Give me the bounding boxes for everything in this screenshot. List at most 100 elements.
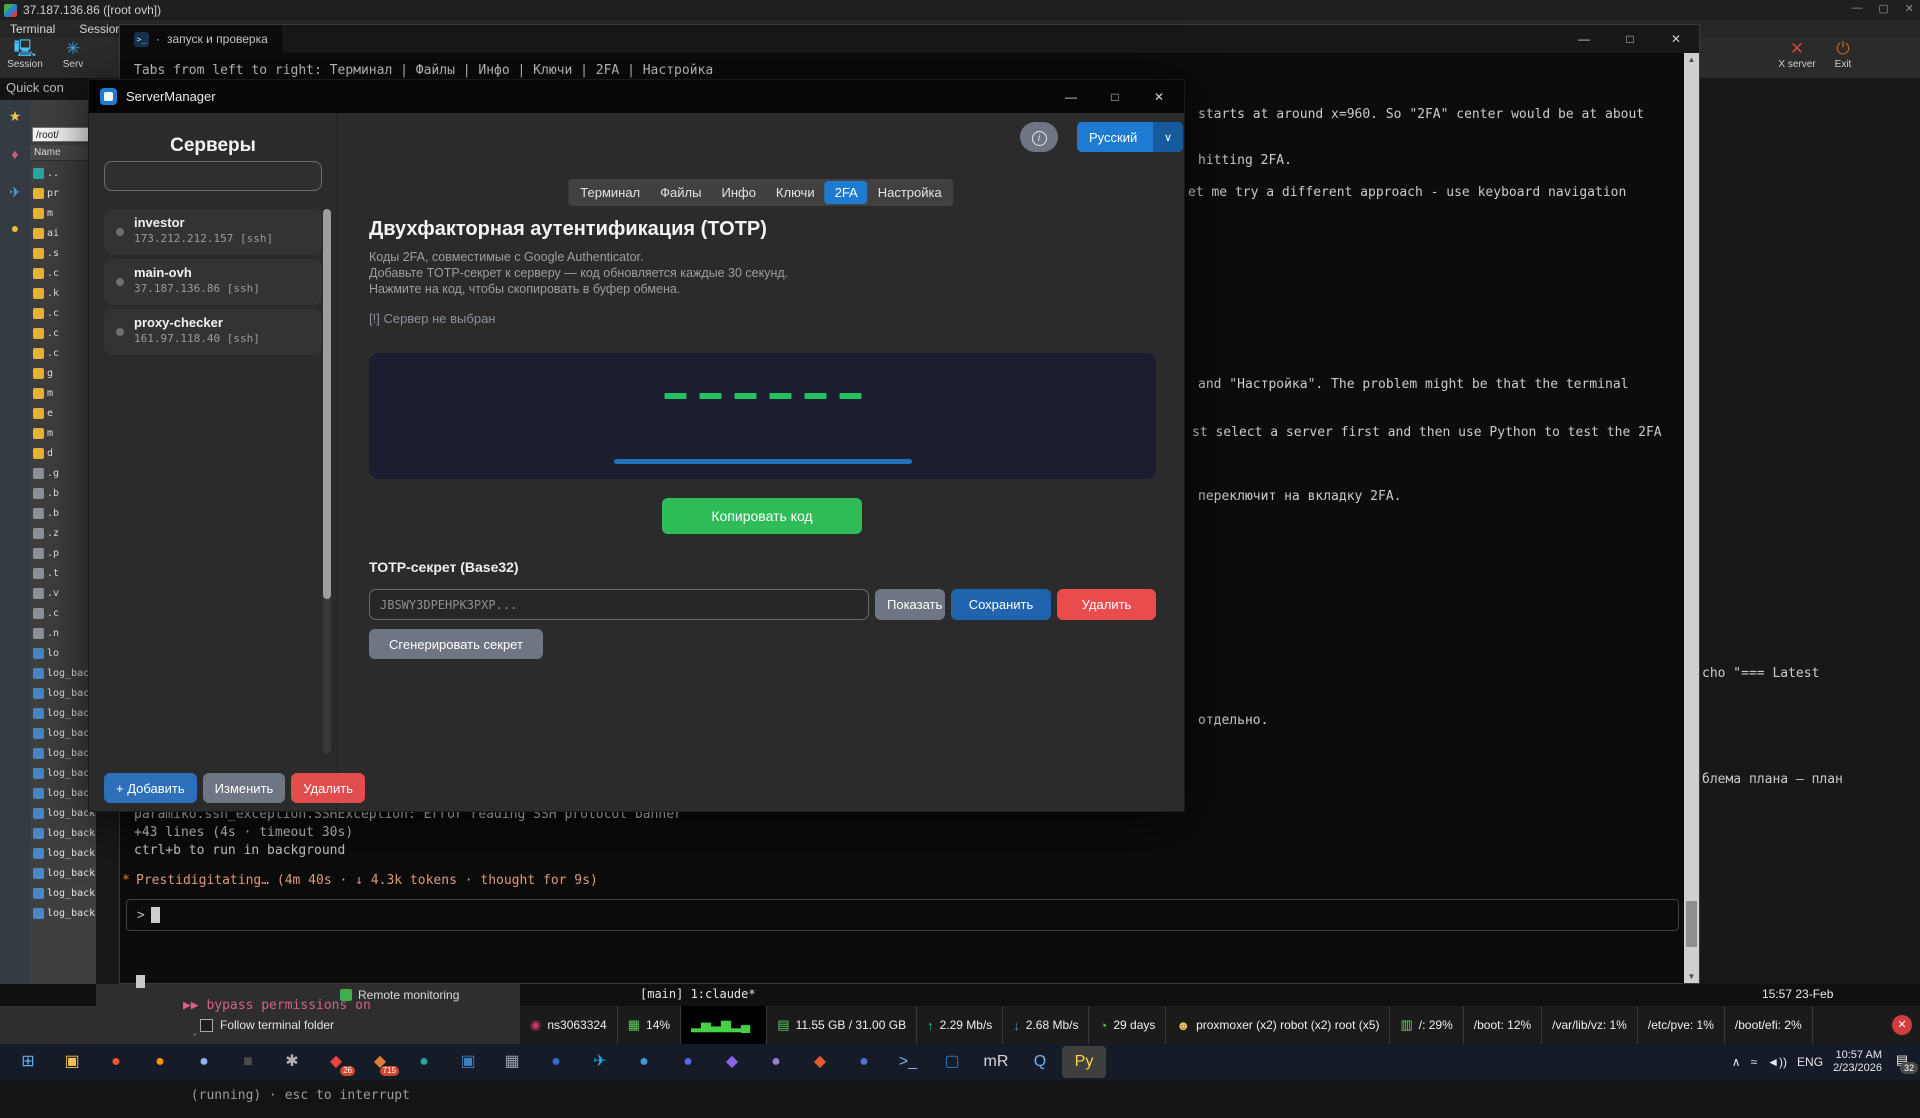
terminal-maximize-button[interactable]: □: [1607, 25, 1653, 53]
taskbar-app-icon[interactable]: ✱: [270, 1046, 314, 1078]
taskbar-app-icon[interactable]: >_: [886, 1046, 930, 1078]
sidebar-icon[interactable]: ✈: [0, 184, 30, 201]
taskbar-app-icon[interactable]: Q: [1018, 1046, 1062, 1078]
exit-button[interactable]: ⏻ Exit: [1818, 39, 1868, 70]
moba-maximize-button[interactable]: ▢: [1878, 2, 1888, 15]
info-button[interactable]: i: [1020, 122, 1058, 152]
statusbar-close-icon[interactable]: ✕: [1892, 1015, 1912, 1035]
taskbar-app-icon[interactable]: ▣: [446, 1046, 490, 1078]
session-button[interactable]: 🖳 Session: [0, 39, 50, 70]
taskbar-app-icon[interactable]: ●: [534, 1046, 578, 1078]
server-list-scrollbar-thumb[interactable]: [323, 209, 331, 599]
add-server-button[interactable]: + Добавить: [104, 773, 197, 803]
file-row[interactable]: .n: [30, 623, 96, 643]
language-select[interactable]: Русский ∨: [1077, 122, 1183, 152]
file-row[interactable]: .p: [30, 543, 96, 563]
file-row[interactable]: e: [30, 403, 96, 423]
file-row[interactable]: m: [30, 383, 96, 403]
totp-code-panel[interactable]: [369, 353, 1156, 479]
file-row[interactable]: .g: [30, 463, 96, 483]
file-row[interactable]: log_back: [30, 903, 96, 923]
file-row[interactable]: m: [30, 203, 96, 223]
taskbar-app-icon[interactable]: ●: [754, 1046, 798, 1078]
file-row[interactable]: .k: [30, 283, 96, 303]
taskbar-app-icon[interactable]: ⊞: [6, 1046, 50, 1078]
file-row[interactable]: d: [30, 443, 96, 463]
scrollbar-thumb[interactable]: [1686, 901, 1697, 947]
file-row[interactable]: pr: [30, 183, 96, 203]
notification-center-icon[interactable]: ▤ 32: [1892, 1052, 1912, 1072]
taskbar-app-icon[interactable]: ●: [666, 1046, 710, 1078]
moba-close-button[interactable]: ✕: [1905, 2, 1914, 15]
taskbar-app-icon[interactable]: ■: [226, 1046, 270, 1078]
delete-server-button[interactable]: Удалить: [291, 773, 365, 803]
moba-minimize-button[interactable]: —: [1851, 2, 1862, 15]
file-row[interactable]: log_backu: [30, 843, 96, 863]
taskbar-app-icon[interactable]: ✈: [578, 1046, 622, 1078]
taskbar-app-icon[interactable]: ●: [94, 1046, 138, 1078]
taskbar-app-icon[interactable]: mR: [974, 1046, 1018, 1078]
taskbar-app-icon[interactable]: ◆: [710, 1046, 754, 1078]
file-row[interactable]: .z: [30, 523, 96, 543]
terminal-titlebar[interactable]: >_ · запуск и проверка — □ ✕: [120, 25, 1699, 53]
sm-maximize-button[interactable]: □: [1100, 80, 1130, 113]
terminal-close-button[interactable]: ✕: [1653, 25, 1699, 53]
file-row[interactable]: .c: [30, 603, 96, 623]
file-row[interactable]: g: [30, 363, 96, 383]
language-indicator[interactable]: ENG: [1797, 1055, 1823, 1069]
sidebar-icon[interactable]: ●: [0, 220, 30, 236]
file-row[interactable]: log_backu: [30, 763, 96, 783]
taskbar-app-icon[interactable]: ◆ 26: [314, 1046, 358, 1078]
totp-secret-input[interactable]: [369, 589, 869, 620]
taskbar-app-icon[interactable]: Py: [1062, 1046, 1106, 1078]
taskbar-app-icon[interactable]: ◆: [798, 1046, 842, 1078]
sidebar-icon[interactable]: ★: [0, 108, 30, 125]
file-row[interactable]: log_backu: [30, 743, 96, 763]
file-row[interactable]: log_backu: [30, 723, 96, 743]
taskbar-app-icon[interactable]: ●: [138, 1046, 182, 1078]
file-row[interactable]: log_backu: [30, 703, 96, 723]
sidebar-icon[interactable]: ♦: [0, 146, 30, 162]
menu-terminal[interactable]: Terminal: [10, 22, 55, 36]
file-row[interactable]: ..: [30, 163, 96, 183]
file-row[interactable]: m: [30, 423, 96, 443]
delete-secret-button[interactable]: Удалить: [1057, 589, 1156, 620]
quick-connect-label[interactable]: Quick con: [6, 80, 64, 95]
file-row[interactable]: .c: [30, 323, 96, 343]
file-row[interactable]: ai: [30, 223, 96, 243]
server-list-item[interactable]: investor 173.212.212.157 [ssh]: [104, 209, 322, 255]
file-path-input[interactable]: /root/: [32, 127, 93, 142]
tab-files[interactable]: Файлы: [650, 181, 711, 204]
file-row[interactable]: .v: [30, 583, 96, 603]
tab-terminal[interactable]: Терминал: [570, 181, 650, 204]
file-row[interactable]: log_backu: [30, 803, 96, 823]
file-row[interactable]: .b: [30, 483, 96, 503]
servermanager-titlebar[interactable]: ServerManager — □ ✕: [89, 80, 1184, 113]
tab-2fa[interactable]: 2FA: [825, 181, 868, 204]
servers-button[interactable]: ✳ Serv: [48, 39, 98, 70]
server-list-scrollbar[interactable]: [323, 209, 331, 754]
show-secret-button[interactable]: Показать: [875, 589, 945, 620]
file-row[interactable]: log_backu: [30, 863, 96, 883]
taskbar-app-icon[interactable]: ◆ 715: [358, 1046, 402, 1078]
file-row[interactable]: .c: [30, 303, 96, 323]
sm-close-button[interactable]: ✕: [1144, 80, 1174, 113]
tab-info[interactable]: Инфо: [711, 181, 765, 204]
file-row[interactable]: log_backu: [30, 823, 96, 843]
tab-keys[interactable]: Ключи: [766, 181, 825, 204]
scroll-up-icon[interactable]: ▲: [1684, 55, 1699, 64]
file-row[interactable]: lo: [30, 643, 96, 663]
taskbar-app-icon[interactable]: ●: [402, 1046, 446, 1078]
file-row[interactable]: log_backu: [30, 663, 96, 683]
claude-input-box[interactable]: >: [126, 899, 1679, 931]
volume-icon[interactable]: ◄)): [1767, 1055, 1787, 1069]
taskbar-app-icon[interactable]: ●: [622, 1046, 666, 1078]
file-row[interactable]: .t: [30, 563, 96, 583]
terminal-tab[interactable]: >_ · запуск и проверка: [120, 25, 282, 53]
taskbar-app-icon[interactable]: ●: [182, 1046, 226, 1078]
file-row[interactable]: .c: [30, 263, 96, 283]
file-row[interactable]: log_backu: [30, 783, 96, 803]
taskbar-app-icon[interactable]: ▣: [50, 1046, 94, 1078]
wifi-icon[interactable]: ≈: [1751, 1055, 1758, 1069]
file-row[interactable]: .b: [30, 503, 96, 523]
